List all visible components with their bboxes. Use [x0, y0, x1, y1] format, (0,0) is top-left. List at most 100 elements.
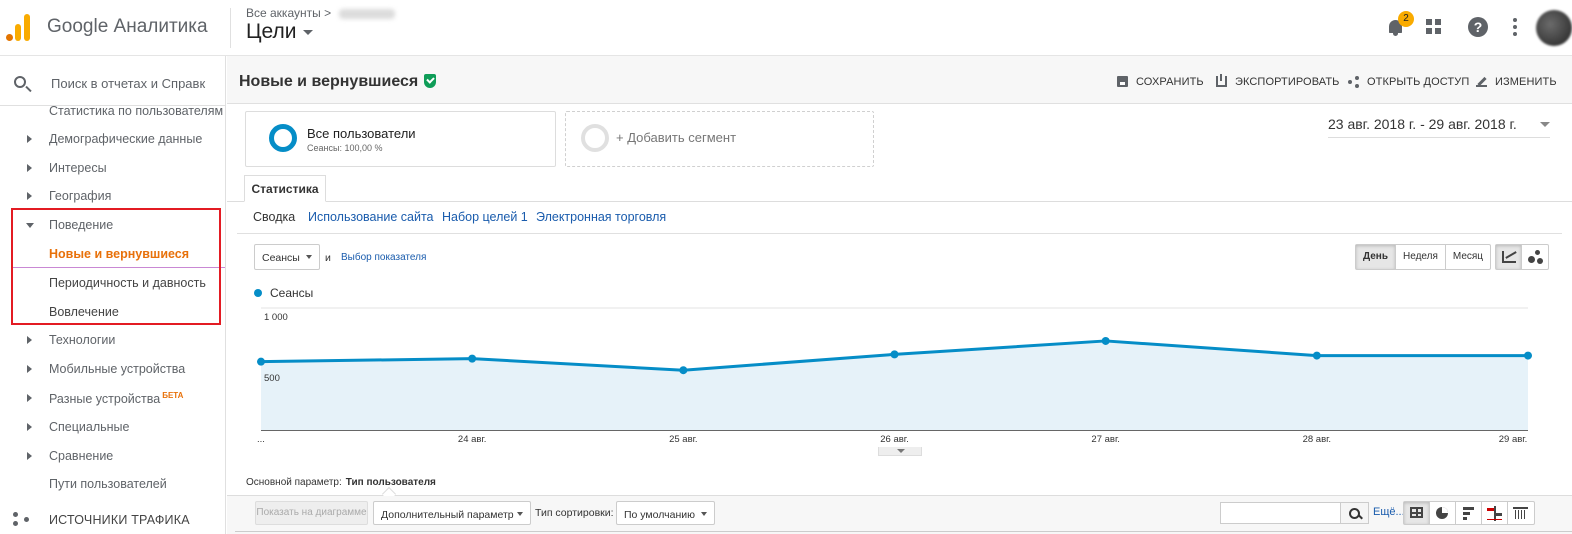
segment-name: Все пользователи [307, 126, 416, 141]
expand-arrow-icon [27, 336, 32, 344]
subnav-goal-set-1[interactable]: Набор целей 1 [442, 210, 528, 224]
divider [230, 8, 231, 48]
report-title: Новые и вернувшиеся [239, 73, 437, 91]
add-segment-button[interactable]: + Добавить сегмент [565, 111, 874, 167]
table-search-input[interactable] [1220, 502, 1369, 524]
data-point [890, 350, 899, 359]
search-icon[interactable] [1340, 502, 1369, 524]
sidebar-item-mobile[interactable]: Мобильные устройства [0, 355, 225, 384]
brand-name[interactable]: Google Аналитика [47, 16, 208, 38]
advanced-filter-link[interactable]: Ещё... [1373, 506, 1405, 518]
bell-icon[interactable]: 2 [1383, 11, 1414, 40]
chart-resize-handle[interactable] [878, 447, 922, 456]
account-breadcrumb[interactable]: Все аккаунты > [246, 6, 396, 20]
save-button[interactable]: СОХРАНИТЬ [1117, 76, 1204, 88]
verified-shield-icon [424, 74, 437, 88]
data-point [1312, 351, 1321, 360]
analytics-logo-icon[interactable] [6, 13, 32, 41]
account-name-blurred [339, 8, 396, 19]
table-view-icon[interactable] [1404, 502, 1430, 524]
secondary-dimension-select[interactable]: Дополнительный параметр [373, 501, 531, 525]
view-selector[interactable]: Цели [246, 20, 313, 44]
expand-arrow-icon [27, 423, 32, 431]
sidebar-item-interests[interactable]: Интересы [0, 154, 225, 183]
subnav-site-usage[interactable]: Использование сайта [308, 210, 434, 224]
sidebar: Поиск в отчетах и Справк Статистика по п… [0, 56, 226, 534]
expand-arrow-icon [27, 452, 32, 460]
select-metric-link[interactable]: Выбор показателя [341, 252, 426, 263]
edit-button[interactable]: ИЗМЕНИТЬ [1476, 76, 1557, 88]
caret-down-icon [517, 512, 523, 516]
share-button[interactable]: ОТКРЫТЬ ДОСТУП [1348, 76, 1469, 88]
data-point [1524, 351, 1532, 360]
y-tick-label: 500 [264, 373, 280, 384]
edit-icon [1476, 76, 1487, 87]
segment-all-users[interactable]: Все пользователи Сеансы: 100,00 % [245, 111, 556, 167]
expand-arrow-icon [27, 192, 32, 200]
sessions-chart: 1 000 500 ... 24 авг. 25 авг. 26 авг. 27 авг.… [257, 307, 1532, 445]
top-bar: Google Аналитика Все аккаунты > Цели 2 ? [0, 0, 1572, 56]
sort-type-select[interactable]: По умолчанию [616, 501, 715, 525]
all-accounts-link[interactable]: Все аккаунты [246, 6, 321, 20]
data-point [257, 357, 265, 366]
notification-badge: 2 [1398, 11, 1414, 27]
help-icon[interactable]: ? [1465, 14, 1491, 40]
divider [237, 233, 1562, 234]
expand-arrow-icon [27, 164, 32, 172]
expand-arrow-icon [27, 365, 32, 373]
apps-grid-icon[interactable] [1426, 14, 1452, 40]
sidebar-item-benchmarking[interactable]: Сравнение [0, 442, 225, 471]
beta-badge: БЕТА [162, 391, 184, 400]
sidebar-item-technology[interactable]: Технологии [0, 326, 225, 355]
caret-down-icon [302, 29, 313, 35]
sidebar-item-geo[interactable]: География [0, 182, 225, 211]
primary-dimension-value[interactable]: Тип пользователя [346, 477, 436, 488]
segment-ring-icon [269, 124, 297, 152]
x-tick-label: 28 авг. [1303, 434, 1331, 445]
pie-view-icon[interactable] [1430, 502, 1456, 524]
date-range-picker[interactable]: 23 авг. 2018 г. - 29 авг. 2018 г. [1328, 116, 1550, 138]
subnav-summary[interactable]: Сводка [253, 210, 295, 224]
sidebar-item-custom[interactable]: Специальные [0, 413, 225, 442]
primary-dimension: Основной параметр: Тип пользователя [246, 477, 436, 488]
sidebar-item-user-stats[interactable]: Статистика по пользователям [0, 106, 225, 118]
sidebar-item-users-flow[interactable]: Пути пользователей [0, 470, 225, 499]
avatar[interactable] [1536, 10, 1572, 46]
y-tick-label: 1 000 [264, 312, 288, 323]
caret-down-icon [1540, 122, 1550, 127]
tab-explorer[interactable]: Статистика [244, 175, 326, 202]
granularity-week[interactable]: Неделя [1396, 245, 1446, 269]
share-icon [1348, 76, 1359, 87]
export-button[interactable]: ЭКСПОРТИРОВАТЬ [1216, 74, 1340, 88]
caret-down-icon [701, 512, 707, 516]
data-point [468, 354, 477, 363]
pivot-view-icon[interactable] [1508, 502, 1534, 524]
sidebar-item-demographics[interactable]: Демографические данные [0, 125, 225, 154]
granularity-day[interactable]: День [1356, 245, 1396, 269]
expand-arrow-icon [27, 135, 32, 143]
tab-baseline [227, 201, 1572, 202]
sidebar-item-cross-device[interactable]: Разные устройства БЕТА [0, 384, 225, 413]
and-label: и [325, 252, 331, 264]
more-vert-icon[interactable] [1502, 14, 1528, 40]
performance-view-icon[interactable] [1456, 502, 1482, 524]
metric-select[interactable]: Сеансы [254, 244, 320, 270]
sidebar-section-acquisition[interactable]: ИСТОЧНИКИ ТРАФИКА [0, 504, 225, 534]
comparison-view-icon[interactable] [1482, 502, 1508, 524]
report-header: Новые и вернувшиеся СОХРАНИТЬ ЭКСПОРТИРО… [227, 56, 1572, 104]
plot-rows-button[interactable]: Показать на диаграмме [255, 501, 368, 525]
granularity-toggle: День Неделя Месяц [1355, 244, 1492, 270]
line-chart-icon[interactable] [1496, 245, 1522, 269]
subnav-ecommerce[interactable]: Электронная торговля [536, 210, 666, 224]
search-input[interactable]: Поиск в отчетах и Справк [51, 76, 205, 91]
sidebar-search[interactable]: Поиск в отчетах и Справк [0, 56, 225, 106]
search-icon [14, 76, 26, 88]
x-tick-label: 24 авг. [458, 434, 486, 445]
granularity-month[interactable]: Месяц [1446, 245, 1490, 269]
report-area: Новые и вернувшиеся СОХРАНИТЬ ЭКСПОРТИРО… [227, 56, 1572, 534]
highlight-box [11, 208, 221, 325]
x-axis-labels: ... 24 авг. 25 авг. 26 авг. 27 авг. 28 авг. 29… [257, 434, 1527, 445]
x-tick-label: ... [257, 434, 265, 445]
motion-chart-icon[interactable] [1522, 245, 1548, 269]
data-point [679, 366, 688, 375]
